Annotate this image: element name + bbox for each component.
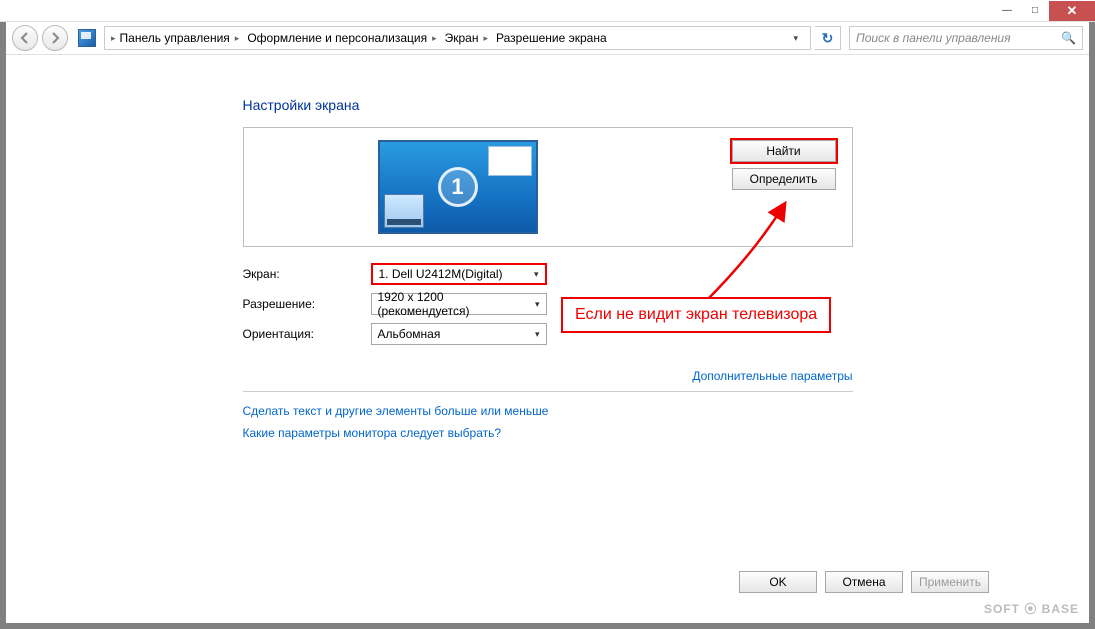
chevron-right-icon: ▸ bbox=[483, 33, 488, 44]
breadcrumb-seg-appearance[interactable]: Оформление и персонализация▸ bbox=[243, 31, 440, 45]
chevron-down-icon: ▾ bbox=[534, 269, 539, 280]
orientation-label: Ориентация: bbox=[243, 327, 371, 341]
window-frame: ▸ Панель управления▸ Оформление и персон… bbox=[6, 22, 1089, 623]
text-size-link[interactable]: Сделать текст и другие элементы больше и… bbox=[243, 404, 853, 418]
resolution-select-value: 1920 x 1200 (рекомендуется) bbox=[378, 290, 535, 318]
breadcrumb-seg-control-panel[interactable]: Панель управления▸ bbox=[116, 31, 244, 45]
arrow-left-icon bbox=[19, 32, 31, 44]
apply-button[interactable]: Применить bbox=[911, 571, 989, 593]
ok-button[interactable]: OK bbox=[739, 571, 817, 593]
detect-button[interactable]: Найти bbox=[732, 140, 836, 162]
chevron-right-icon: ▸ bbox=[235, 33, 240, 44]
identify-button[interactable]: Определить bbox=[732, 168, 836, 190]
settings-panel: Настройки экрана 1 Найти Определить Экра… bbox=[243, 97, 853, 623]
orientation-select-value: Альбомная bbox=[378, 327, 441, 341]
back-button[interactable] bbox=[12, 25, 38, 51]
chevron-right-icon: ▸ bbox=[432, 33, 437, 44]
content-area: Настройки экрана 1 Найти Определить Экра… bbox=[6, 55, 1089, 623]
preview-buttons: Найти Определить bbox=[732, 140, 836, 190]
advanced-settings-link[interactable]: Дополнительные параметры bbox=[243, 369, 853, 392]
breadcrumb-dropdown-icon[interactable]: ▾ bbox=[793, 33, 804, 44]
display-select-value: 1. Dell U2412M(Digital) bbox=[379, 267, 503, 281]
which-params-link[interactable]: Какие параметры монитора следует выбрать… bbox=[243, 426, 853, 440]
page-title: Настройки экрана bbox=[243, 97, 853, 113]
search-placeholder: Поиск в панели управления bbox=[856, 31, 1011, 45]
control-panel-icon bbox=[78, 29, 96, 47]
search-input[interactable]: Поиск в панели управления 🔍 bbox=[849, 26, 1083, 50]
watermark: SOFT ⦿ BASE bbox=[984, 600, 1079, 617]
maximize-button[interactable]: □ bbox=[1021, 1, 1049, 21]
minimize-button[interactable]: — bbox=[993, 1, 1021, 21]
arrow-right-icon bbox=[49, 32, 61, 44]
search-icon: 🔍 bbox=[1061, 31, 1076, 45]
chevron-down-icon: ▾ bbox=[535, 299, 540, 310]
refresh-button[interactable]: ↻ bbox=[815, 26, 841, 50]
display-label: Экран: bbox=[243, 267, 371, 281]
help-links: Сделать текст и другие элементы больше и… bbox=[243, 404, 853, 440]
annotation-callout: Если не видит экран телевизора bbox=[561, 297, 831, 333]
dialog-buttons: OK Отмена Применить bbox=[739, 571, 989, 593]
window-thumb-icon bbox=[488, 146, 532, 176]
window-titlebar: — □ ✕ bbox=[0, 0, 1095, 22]
display-select[interactable]: 1. Dell U2412M(Digital) ▾ bbox=[371, 263, 547, 285]
breadcrumb-seg-display[interactable]: Экран▸ bbox=[441, 31, 492, 45]
resolution-select[interactable]: 1920 x 1200 (рекомендуется) ▾ bbox=[371, 293, 547, 315]
cancel-button[interactable]: Отмена bbox=[825, 571, 903, 593]
breadcrumb-seg-resolution[interactable]: Разрешение экрана bbox=[492, 31, 611, 45]
close-button[interactable]: ✕ bbox=[1049, 1, 1095, 21]
resolution-label: Разрешение: bbox=[243, 297, 371, 311]
forward-button[interactable] bbox=[42, 25, 68, 51]
monitor-thumbnail[interactable]: 1 bbox=[378, 140, 538, 234]
orientation-select[interactable]: Альбомная ▾ bbox=[371, 323, 547, 345]
monitor-preview-box: 1 Найти Определить bbox=[243, 127, 853, 247]
breadcrumb[interactable]: ▸ Панель управления▸ Оформление и персон… bbox=[104, 26, 811, 50]
desktop-thumb-icon bbox=[384, 194, 424, 228]
chevron-down-icon: ▾ bbox=[535, 329, 540, 340]
monitor-number-badge: 1 bbox=[438, 167, 478, 207]
refresh-icon: ↻ bbox=[822, 30, 834, 47]
explorer-toolbar: ▸ Панель управления▸ Оформление и персон… bbox=[6, 22, 1089, 55]
